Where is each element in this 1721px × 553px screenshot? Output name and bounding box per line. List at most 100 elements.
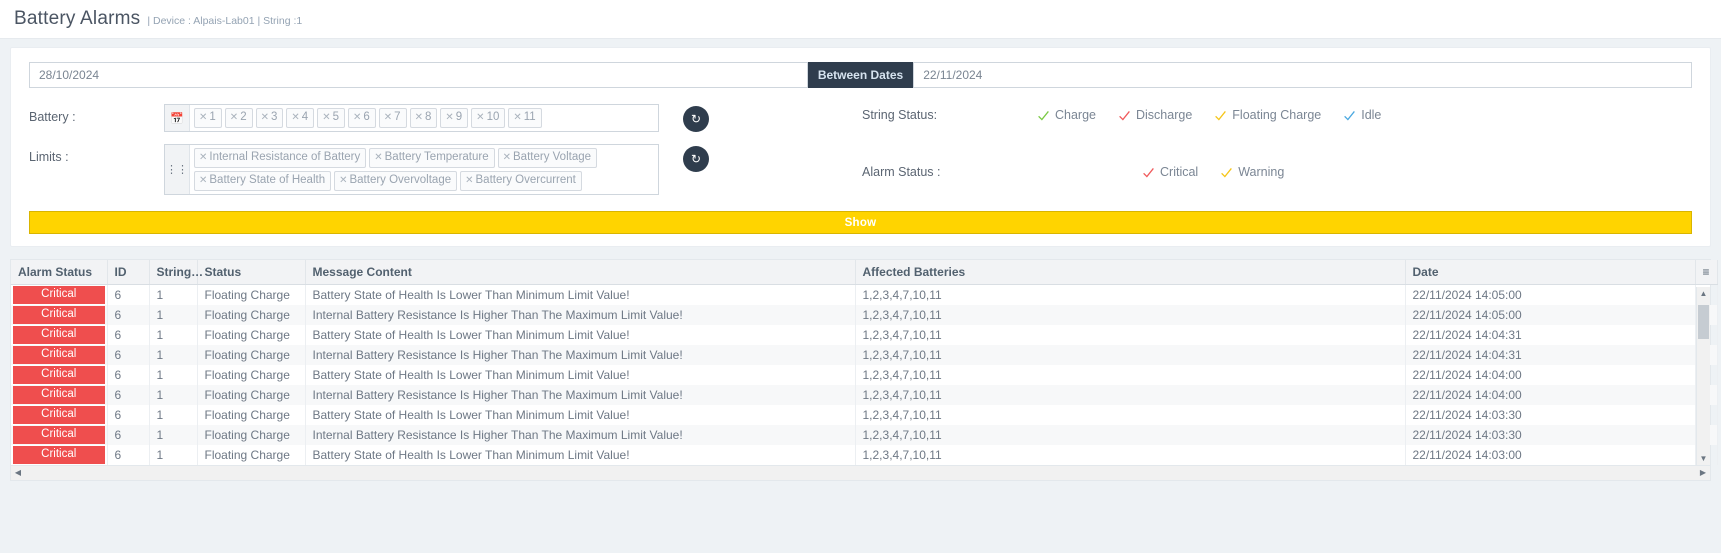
chip-remove-icon[interactable]: ✕ [445,112,453,123]
cell-message: Battery State of Health Is Lower Than Mi… [305,405,856,425]
cell-batteries: 1,2,3,4,7,10,11 [855,405,1406,425]
chip-remove-icon[interactable]: ✕ [199,112,207,123]
status-badge: Critical [13,286,105,304]
table-column-header[interactable]: ID [107,260,150,285]
status-option-label: Critical [1160,165,1199,179]
cell-alarm-status: Critical [11,325,108,345]
table-menu-icon[interactable]: ≡ [1695,260,1718,285]
chip[interactable]: ✕ Battery Voltage [497,148,598,168]
horizontal-scroll-thumb[interactable] [27,468,1327,478]
table-column-header[interactable]: Date [1405,260,1696,285]
status-option[interactable]: Discharge [1118,108,1192,122]
table-row[interactable]: Critical 6 1 Floating Charge Internal Batter… [11,385,1718,405]
chip-remove-icon[interactable]: ✕ [384,112,392,123]
table-column-header[interactable]: Alarm Status [11,260,108,285]
limits-refresh-icon[interactable]: ↻ [683,146,709,172]
chip[interactable]: ✕ 6 [347,108,376,128]
chip[interactable]: ✕ Battery Overvoltage [334,171,458,191]
battery-label: Battery : [29,110,76,124]
chip[interactable]: ✕ Internal Resistance of Battery [194,148,367,168]
chip[interactable]: ✕ Battery State of Health [194,171,332,191]
chip-remove-icon[interactable]: ✕ [374,152,382,163]
chip-remove-icon[interactable]: ✕ [339,175,347,186]
start-date-input[interactable]: 28/10/2024 [29,62,808,88]
chip-remove-icon[interactable]: ✕ [415,112,423,123]
vertical-scrollbar[interactable]: ▲ ▼ [1696,287,1710,465]
chip-remove-icon[interactable]: ✕ [291,112,299,123]
cell-status: Floating Charge [197,325,306,345]
cell-batteries: 1,2,3,4,7,10,11 [855,305,1406,325]
horizontal-scrollbar[interactable]: ◀ ▶ [11,465,1710,480]
status-option-label: Idle [1361,108,1382,122]
table-row[interactable]: Critical 6 1 Floating Charge Battery State o… [11,445,1718,465]
table-column-header[interactable]: Message Content [305,260,856,285]
cell-date: 22/11/2024 14:03:00 [1405,445,1696,465]
table-row[interactable]: Critical 6 1 Floating Charge Internal Batter… [11,345,1718,365]
scroll-up-icon[interactable]: ▲ [1697,287,1710,300]
cell-date: 22/11/2024 14:03:30 [1405,425,1696,445]
table-row[interactable]: Critical 6 1 Floating Charge Internal Batter… [11,425,1718,445]
status-option[interactable]: Critical [1142,165,1198,179]
chip[interactable]: ✕ 10 [471,108,506,128]
chip[interactable]: ✕ 7 [378,108,407,128]
chip[interactable]: ✕ 4 [286,108,315,128]
scroll-down-icon[interactable]: ▼ [1697,452,1710,465]
chip-remove-icon[interactable]: ✕ [465,175,473,186]
chip[interactable]: ✕ Battery Temperature [369,148,495,168]
cell-id: 6 [107,305,150,325]
chip-remove-icon[interactable]: ✕ [322,112,330,123]
check-icon [1221,167,1233,178]
status-badge: Critical [13,306,105,324]
status-option[interactable]: Warning [1220,165,1284,179]
table-row[interactable]: Critical 6 1 Floating Charge Internal Batter… [11,305,1718,325]
alarm-status-label: Alarm Status : [862,165,941,179]
sliders-icon[interactable]: ⋮⋮ [165,145,190,194]
chip[interactable]: ✕ 9 [440,108,469,128]
battery-refresh-icon[interactable]: ↻ [683,106,709,132]
cell-alarm-status: Critical [11,425,108,445]
chip[interactable]: ✕ 11 [508,108,542,128]
chip-remove-icon[interactable]: ✕ [476,112,484,123]
end-date-input[interactable]: 22/11/2024 [913,62,1692,88]
chip-remove-icon[interactable]: ✕ [230,112,238,123]
limits-multiselect[interactable]: ⋮⋮ ✕ Internal Resistance of Battery ✕ Batte… [164,144,659,195]
table-column-header[interactable]: Affected Batteries [855,260,1406,285]
scroll-right-icon[interactable]: ▶ [1696,466,1710,480]
chip-remove-icon[interactable]: ✕ [353,112,361,123]
chip[interactable]: ✕ 2 [224,108,253,128]
status-option[interactable]: Idle [1343,108,1381,122]
vertical-scroll-thumb[interactable] [1698,305,1709,339]
table-column-header[interactable]: String… [149,260,203,285]
cell-alarm-status: Critical [11,305,108,325]
chip-remove-icon[interactable]: ✕ [503,152,511,163]
table-row[interactable]: Critical 6 1 Floating Charge Battery State o… [11,284,1718,305]
battery-multiselect[interactable]: 📅 ✕ 1 ✕ 2 ✕ 3 ✕ 4 ✕ 5 ✕ 6 ✕ 7 ✕ 8 ✕ 9 ✕ 10 ✕ 11 [164,104,659,132]
status-option-label: Floating Charge [1232,108,1322,122]
alarm-status-options: Critical Warning [1142,165,1306,179]
chip-remove-icon[interactable]: ✕ [261,112,269,123]
table-row[interactable]: Critical 6 1 Floating Charge Battery State o… [11,405,1718,425]
scroll-left-icon[interactable]: ◀ [11,466,25,480]
chip-remove-icon[interactable]: ✕ [199,175,207,186]
table-column-header[interactable]: Status [197,260,306,285]
chip[interactable]: ✕ 5 [317,108,345,128]
chip[interactable]: ✕ 8 [409,108,438,128]
cell-string: 1 [149,305,198,325]
show-button[interactable]: Show [29,211,1692,234]
chip-remove-icon[interactable]: ✕ [513,112,521,123]
status-option[interactable]: Charge [1037,108,1096,122]
table-row[interactable]: Critical 6 1 Floating Charge Battery State o… [11,365,1718,385]
chip[interactable]: ✕ Battery Overcurrent [460,171,582,191]
chip-remove-icon[interactable]: ✕ [199,152,207,163]
filter-panel: 28/10/2024 Between Dates 22/11/2024 Batt… [10,47,1711,247]
cell-status: Floating Charge [197,405,306,425]
status-option[interactable]: Floating Charge [1214,108,1321,122]
cell-id: 6 [107,425,150,445]
table-row[interactable]: Critical 6 1 Floating Charge Battery State o… [11,325,1718,345]
chip[interactable]: ✕ 1 [194,108,222,128]
calendar-icon[interactable]: 📅 [165,105,190,131]
chip[interactable]: ✕ 3 [255,108,284,128]
cell-id: 6 [107,445,150,465]
cell-string: 1 [149,385,198,405]
cell-date: 22/11/2024 14:03:30 [1405,405,1696,425]
